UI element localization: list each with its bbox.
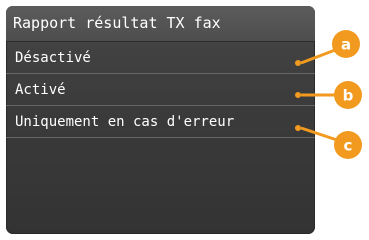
callout-c-letter: c <box>344 137 353 155</box>
callout-c-badge <box>334 131 362 159</box>
callout-a-badge <box>332 30 360 58</box>
menu-item-erreur-only[interactable]: Uniquement en cas d'erreur <box>6 106 315 138</box>
page: Rapport résultat TX fax Désactivé Activé… <box>0 0 369 240</box>
callout-a-letter: a <box>341 36 351 54</box>
screen-title: Rapport résultat TX fax <box>6 6 315 42</box>
menu-item-active[interactable]: Activé <box>6 74 315 106</box>
device-screen: Rapport résultat TX fax Désactivé Activé… <box>6 6 315 234</box>
callout-b-badge <box>334 81 362 109</box>
callout-b-letter: b <box>343 87 354 105</box>
menu-item-desactive[interactable]: Désactivé <box>6 42 315 74</box>
